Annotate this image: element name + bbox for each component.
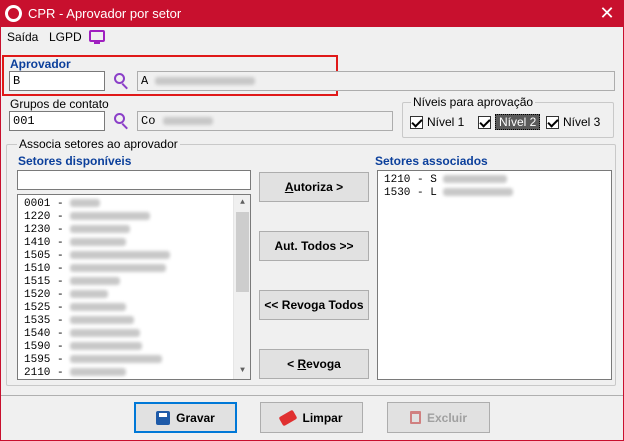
list-item-code: 1590 - <box>24 341 64 353</box>
checkbox-checked-icon <box>478 115 491 129</box>
close-icon[interactable]: ✕ <box>597 2 617 24</box>
associados-list[interactable]: 1210 - S 1530 - L <box>377 170 612 380</box>
list-item[interactable]: 1230 - <box>18 224 250 237</box>
redacted-text <box>70 225 131 234</box>
nivel-3-label: Nível 3 <box>563 115 601 129</box>
aprovador-code-input[interactable]: B <box>9 71 105 91</box>
nivel-1-label: Nível 1 <box>427 115 465 129</box>
footer-divider <box>1 395 623 396</box>
disponiveis-label: Setores disponíveis <box>18 154 132 168</box>
nivel-2-label: Nível 2 <box>495 114 541 130</box>
revoga-button[interactable]: < Revoga <box>259 349 369 379</box>
checkbox-checked-icon <box>410 115 423 129</box>
redacted-text <box>70 368 127 377</box>
list-item-code: 1515 - <box>24 276 64 288</box>
nivel-2-checkbox[interactable]: Nível 2 <box>478 113 541 131</box>
menu-bar: Saída LGPD <box>1 27 623 47</box>
grupos-name-field: Co <box>137 111 393 131</box>
disponiveis-scrollbar[interactable]: ▲ ▼ <box>233 195 250 379</box>
list-item-code: 1510 - <box>24 263 64 275</box>
aprovador-label: Aprovador <box>10 57 71 71</box>
redacted-text <box>70 264 167 273</box>
redacted-text <box>443 175 508 184</box>
list-item-code: 0001 - <box>24 198 64 210</box>
scroll-thumb[interactable] <box>236 212 249 292</box>
list-item[interactable]: 1520 - <box>18 289 250 302</box>
niveis-legend: Níveis para aprovação <box>411 95 536 109</box>
redacted-text <box>70 342 143 351</box>
list-item[interactable]: 1220 - <box>18 211 250 224</box>
list-item-code: 1220 - <box>24 211 64 223</box>
search-icon[interactable] <box>112 72 130 90</box>
autoriza-button[interactable]: Autoriza > <box>259 172 369 202</box>
eraser-icon <box>279 409 298 426</box>
aut-todos-button[interactable]: Aut. Todos >> <box>259 231 369 261</box>
redacted-text <box>70 316 135 325</box>
redacted-text <box>70 212 151 221</box>
aprovador-name-field: A <box>137 71 615 91</box>
list-item-code: 1540 - <box>24 328 64 340</box>
menu-item-saida[interactable]: Saída <box>7 30 38 44</box>
scroll-up-icon[interactable]: ▲ <box>234 195 250 211</box>
list-item-code: 1520 - <box>24 289 64 301</box>
list-item[interactable]: 0001 - <box>18 198 250 211</box>
redacted-text <box>70 329 141 338</box>
list-item[interactable]: 1530 - L <box>378 187 611 200</box>
menu-item-lgpd[interactable]: LGPD <box>49 30 82 44</box>
list-item[interactable]: 1540 - <box>18 328 250 341</box>
redacted-text <box>70 290 109 299</box>
disponiveis-list[interactable]: 0001 - 1220 - 1230 - 1410 - 1505 - 1510 … <box>17 194 251 380</box>
list-item-code: 1595 - <box>24 354 64 366</box>
associados-label: Setores associados <box>375 154 488 168</box>
redacted-text <box>70 238 127 247</box>
main-window: CPR - Aprovador por setor ✕ Saída LGPD A… <box>0 0 624 441</box>
list-item[interactable]: 1510 - <box>18 263 250 276</box>
list-item-code: 1210 - S <box>384 174 437 186</box>
save-icon <box>156 410 171 425</box>
redacted-text <box>443 188 514 197</box>
list-item-code: 1535 - <box>24 315 64 327</box>
form-client-area: Aprovador B A Grupos de contato 001 Co N… <box>1 47 623 440</box>
redacted-text <box>70 199 101 208</box>
window-title: CPR - Aprovador por setor <box>28 6 182 21</box>
redacted-text <box>70 303 127 312</box>
gravar-button[interactable]: Gravar <box>134 402 237 433</box>
list-item-code: 1525 - <box>24 302 64 314</box>
list-item-code: 1505 - <box>24 250 64 262</box>
list-item[interactable]: 1535 - <box>18 315 250 328</box>
list-item[interactable]: 1590 - <box>18 341 250 354</box>
associa-legend: Associa setores ao aprovador <box>17 137 180 151</box>
redacted-text <box>70 251 171 260</box>
checkbox-checked-icon <box>546 115 559 129</box>
nivel-1-checkbox[interactable]: Nível 1 <box>410 113 464 131</box>
redacted-text <box>70 355 163 364</box>
list-item[interactable]: 1525 - <box>18 302 250 315</box>
search-icon[interactable] <box>112 112 130 130</box>
monitor-icon[interactable] <box>89 30 105 44</box>
list-item-code: 1230 - <box>24 224 64 236</box>
disponiveis-filter-input[interactable] <box>17 170 251 190</box>
list-item[interactable]: 1210 - S <box>378 174 611 187</box>
list-item[interactable]: 1410 - <box>18 237 250 250</box>
list-item[interactable]: 1515 - <box>18 276 250 289</box>
grupos-label: Grupos de contato <box>10 97 109 111</box>
list-item-code: 2110 - <box>24 367 64 379</box>
nivel-3-checkbox[interactable]: Nível 3 <box>546 113 600 131</box>
limpar-button[interactable]: Limpar <box>260 402 363 433</box>
list-item-code: 1410 - <box>24 237 64 249</box>
excluir-button: Excluir <box>387 402 490 433</box>
list-item[interactable]: 2110 - <box>18 367 250 379</box>
list-item-code: 1530 - L <box>384 187 437 199</box>
title-bar[interactable]: CPR - Aprovador por setor ✕ <box>1 1 623 27</box>
redacted-text <box>70 277 121 286</box>
revoga-todos-button[interactable]: << Revoga Todos <box>259 290 369 320</box>
list-item[interactable]: 1595 - <box>18 354 250 367</box>
scroll-down-icon[interactable]: ▼ <box>234 363 250 379</box>
grupos-code-input[interactable]: 001 <box>9 111 105 131</box>
trash-icon <box>409 411 421 424</box>
app-logo-icon <box>5 5 22 22</box>
list-item[interactable]: 1505 - <box>18 250 250 263</box>
